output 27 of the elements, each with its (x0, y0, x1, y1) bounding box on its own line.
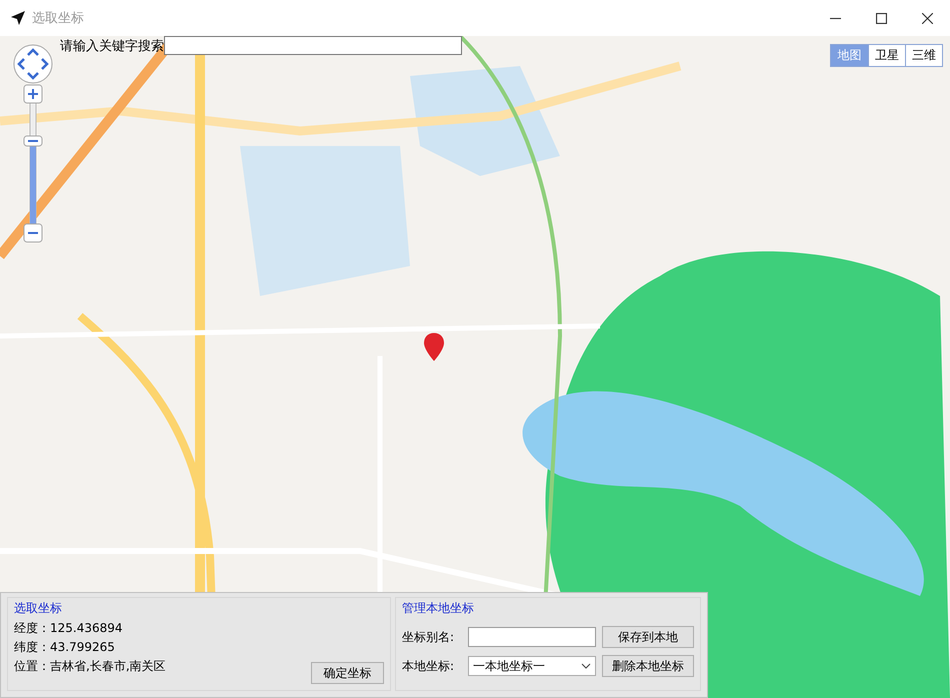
delete-button[interactable]: 删除本地坐标 (602, 655, 694, 677)
arrow-cursor-icon (10, 10, 26, 26)
field-value: 吉林省,长春市,南关区 (50, 658, 166, 675)
group-title: 选取坐标 (14, 600, 63, 617)
search-field[interactable] (164, 36, 462, 55)
zoom-slider-drawing[interactable] (23, 84, 43, 244)
field-label: 经度： (14, 620, 50, 637)
confirm-button[interactable]: 确定坐标 (311, 662, 384, 684)
field-label: 坐标别名: (402, 628, 456, 646)
close-icon (922, 12, 932, 24)
caret-icon (581, 663, 591, 669)
pan-control-icon[interactable] (13, 44, 53, 84)
map-pin-icon (424, 333, 444, 361)
maximize-icon (876, 12, 886, 24)
field-label: 本地坐标: (402, 658, 456, 674)
window-title: 选取坐标 (32, 10, 84, 27)
map-type-tab[interactable]: 三维 (905, 45, 942, 66)
local-dropdown[interactable]: 一本地坐标一 (468, 656, 596, 676)
save-button[interactable]: 保存到本地 (602, 626, 694, 648)
field-value: 125.436894 (50, 620, 123, 637)
group-title: 管理本地坐标 (402, 600, 475, 617)
map-type-tab[interactable]: 卫星 (868, 45, 905, 66)
field-value: 43.799265 (50, 639, 115, 656)
field-label: 纬度： (14, 639, 50, 656)
field-label: 位置： (14, 658, 50, 675)
search-label: 请输入关键字搜索 (60, 38, 164, 54)
alias-field[interactable] (468, 627, 596, 647)
